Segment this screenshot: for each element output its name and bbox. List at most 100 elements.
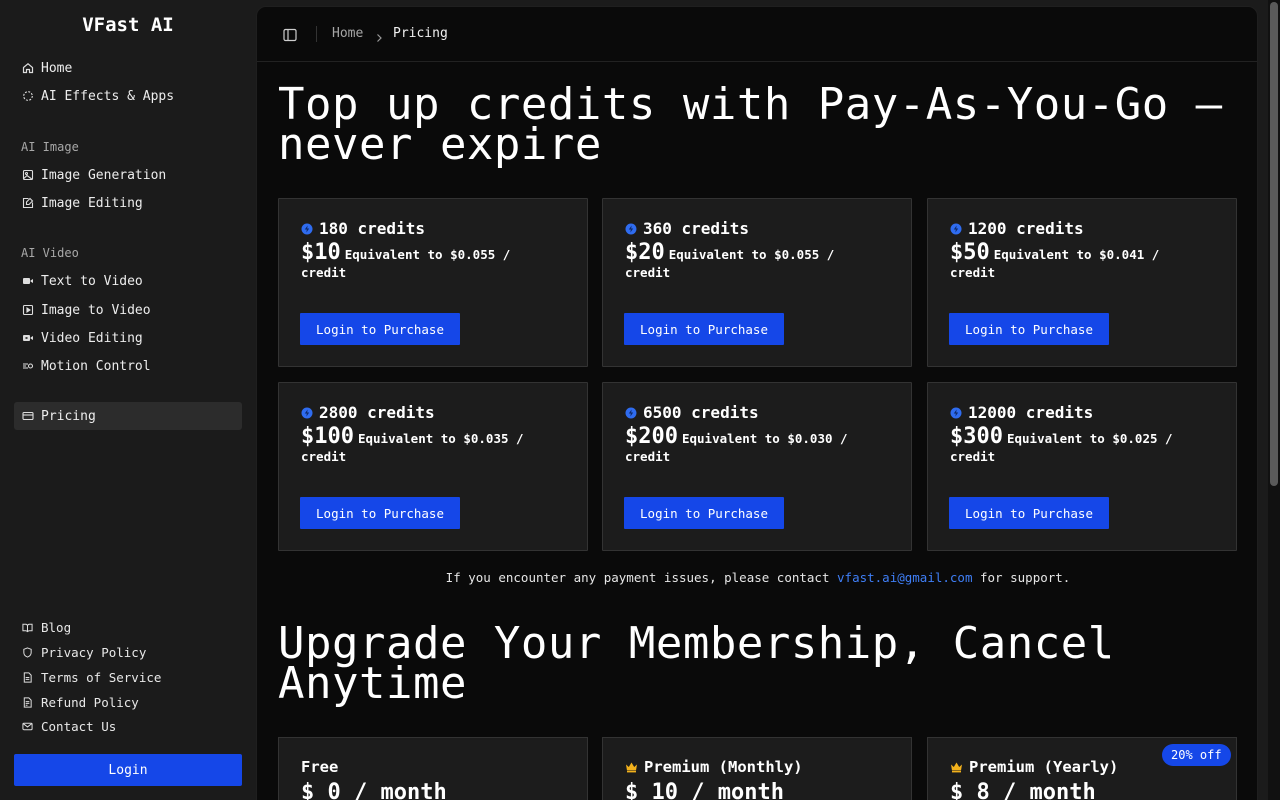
price-line: $50 Equivalent to $0.041 / credit [950,242,1210,282]
book-icon [22,622,33,633]
sidebar-item-label: Image Editing [41,195,143,211]
document-icon [22,671,33,683]
credit-package-card: 360 credits $20 Equivalent to $0.055 / cr… [602,198,912,367]
sidebar-item-label: Image to Video [41,302,151,318]
price: $100 [301,424,354,449]
credits-amount: 360 credits [625,219,749,238]
plan-card-free: Free $ 0 / month [278,737,588,800]
price-line: $100 Equivalent to $0.035 / credit [301,426,561,466]
login-to-purchase-button[interactable]: Login to Purchase [300,497,460,529]
topup-title-line: never expire [278,119,602,170]
plan-price: $ 0 / month [301,780,447,800]
image-icon [22,169,34,181]
plan-price: $ 10 / month [625,780,784,800]
support-email-link[interactable]: vfast.ai@gmail.com [837,570,972,585]
price-line: $300 Equivalent to $0.025 / credit [950,426,1210,466]
plan-name: Premium (Monthly) [625,758,803,776]
login-to-purchase-button[interactable]: Login to Purchase [624,313,784,345]
motion-icon [22,360,34,372]
credits-amount: 1200 credits [950,219,1084,238]
sidebar-item-label: Video Editing [41,330,143,346]
credits-amount: 6500 credits [625,403,759,422]
sidebar-item-image-editing[interactable]: Image Editing [14,189,242,217]
sidebar-item-video-editing[interactable]: Video Editing [14,324,242,352]
footer-link-blog[interactable]: Blog [14,616,242,638]
plan-price: $ 8 / month [950,780,1096,800]
sidebar-item-home[interactable]: Home [14,54,242,82]
plan-name-label: Free [301,758,339,776]
price: $20 [625,240,665,265]
price: $50 [950,240,990,265]
top-bar: Home Pricing [257,7,1257,62]
price: $300 [950,424,1003,449]
sidebar-item-pricing[interactable]: Pricing [14,402,242,430]
coin-icon [625,223,637,235]
breadcrumb-home[interactable]: Home [332,26,363,41]
footer-link-privacy[interactable]: Privacy Policy [14,641,242,663]
chevron-right-icon [374,28,384,42]
footer-link-label: Refund Policy [41,694,139,710]
coin-icon [301,223,313,235]
login-to-purchase-button[interactable]: Login to Purchase [949,497,1109,529]
home-icon [22,62,34,74]
topup-title: Top up credits with Pay-As-You-Go — neve… [278,83,1238,170]
crown-icon [625,761,638,773]
login-button[interactable]: Login [14,754,242,786]
sidebar-item-label: AI Effects & Apps [41,88,175,104]
toolbar-divider [316,26,317,42]
breadcrumb-current: Pricing [393,26,448,41]
sidebar-item-label: Motion Control [41,358,151,374]
sidebar-item-label: Pricing [41,408,96,424]
sidebar-item-motion-control[interactable]: Motion Control [14,352,242,380]
image-video-icon [22,304,34,316]
footer-link-label: Terms of Service [41,669,162,685]
plan-name: Premium (Yearly) [950,758,1118,776]
coin-icon [301,407,313,419]
sidebar-item-effects[interactable]: AI Effects & Apps [14,82,242,110]
footer-link-label: Blog [41,619,72,635]
group-label-ai-video: AI Video [21,246,79,260]
footer-link-refund[interactable]: Refund Policy [14,691,242,713]
plan-name: Free [301,758,338,776]
credit-package-card: 6500 credits $200 Equivalent to $0.030 / … [602,382,912,551]
coin-icon [950,223,962,235]
scrollbar-thumb[interactable] [1270,2,1278,486]
membership-title: Upgrade Your Membership, Cancel Anytime [278,622,1238,709]
brand-logo[interactable]: VFast AI [0,14,256,36]
plan-name-label: Premium (Yearly) [969,758,1119,776]
credit-package-card: 1200 credits $50 Equivalent to $0.041 / c… [927,198,1237,367]
login-to-purchase-button[interactable]: Login to Purchase [949,313,1109,345]
login-to-purchase-button[interactable]: Login to Purchase [624,497,784,529]
credit-package-card: 2800 credits $100 Equivalent to $0.035 / … [278,382,588,551]
discount-badge: 20% off [1162,744,1231,766]
coin-icon [950,407,962,419]
support-note: If you encounter any payment issues, ple… [257,570,1257,585]
sparkle-icon [22,90,34,102]
sidebar-item-text-to-video[interactable]: Text to Video [14,267,242,295]
membership-title-line: Anytime [278,658,467,709]
credits-label: 2800 credits [319,403,435,422]
image-edit-icon [22,197,34,209]
price: $10 [301,240,341,265]
mail-icon [22,721,33,732]
shield-icon [22,646,33,658]
sidebar-item-image-to-video[interactable]: Image to Video [14,296,242,324]
coin-icon [625,407,637,419]
sidebar-toggle-icon[interactable] [283,27,297,42]
footer-link-terms[interactable]: Terms of Service [14,666,242,688]
login-to-purchase-button[interactable]: Login to Purchase [300,313,460,345]
group-label-ai-image: AI Image [21,140,79,154]
credit-package-card: 180 credits $10 Equivalent to $0.055 / cr… [278,198,588,367]
price-line: $200 Equivalent to $0.030 / credit [625,426,885,466]
price-line: $20 Equivalent to $0.055 / credit [625,242,885,282]
sidebar-item-label: Image Generation [41,167,167,183]
footer-link-label: Privacy Policy [41,644,147,660]
footer-link-contact[interactable]: Contact Us [14,715,242,737]
credit-card-icon [22,410,34,422]
price: $200 [625,424,678,449]
credits-amount: 2800 credits [301,403,435,422]
video-edit-icon [22,332,34,344]
credits-label: 360 credits [643,219,749,238]
price-line: $10 Equivalent to $0.055 / credit [301,242,561,282]
sidebar-item-image-generation[interactable]: Image Generation [14,161,242,189]
